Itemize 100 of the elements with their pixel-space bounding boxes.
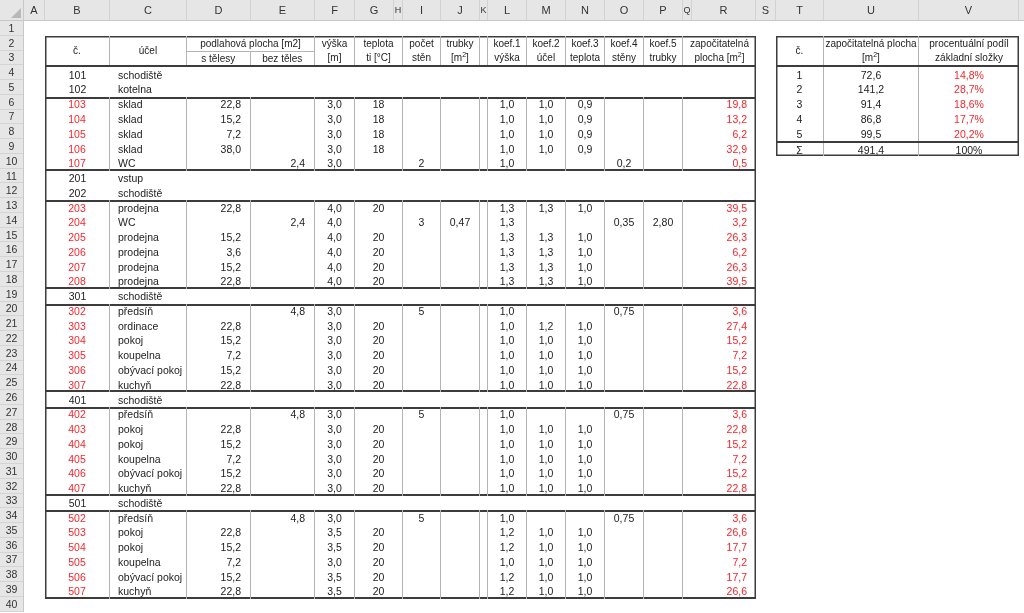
table-cell: 406 (45, 465, 110, 481)
table-cell: sklad (110, 111, 187, 127)
row-header[interactable]: 6 (0, 94, 23, 110)
table-cell: 1,0 (566, 274, 605, 289)
table-cell: 3,0 (315, 510, 355, 526)
row-header[interactable]: 2 (0, 35, 23, 51)
row-header[interactable]: 34 (0, 508, 23, 524)
table-cell: sklad (110, 141, 187, 156)
row-header[interactable]: 3 (0, 50, 23, 66)
table-cell-text: 17,7% (953, 111, 985, 127)
row-header[interactable]: 36 (0, 537, 23, 553)
table-cell: 1,0 (566, 362, 605, 378)
table-cell: 1,2 (488, 539, 527, 555)
row-header[interactable]: 1 (0, 21, 23, 36)
row-header[interactable]: 39 (0, 582, 23, 597)
column-header[interactable]: R (692, 0, 756, 20)
row-header[interactable]: 9 (0, 139, 23, 154)
table-cell: 506 (45, 569, 110, 585)
table-cell: pokoj (110, 333, 187, 348)
table-cell: 141,2 (824, 82, 919, 97)
row-header[interactable]: 38 (0, 567, 23, 583)
column-header[interactable]: K (480, 0, 488, 20)
table-cell-text: 100% (954, 143, 984, 156)
row-header[interactable]: 32 (0, 478, 23, 494)
column-header[interactable]: J (441, 0, 480, 20)
row-header[interactable]: 24 (0, 360, 23, 376)
column-header[interactable]: T (776, 0, 824, 20)
row-header[interactable]: 30 (0, 449, 23, 464)
row-header[interactable]: 10 (0, 153, 23, 169)
row-header[interactable]: 12 (0, 183, 23, 199)
row-header[interactable]: 15 (0, 227, 23, 243)
row-header[interactable]: 37 (0, 552, 23, 568)
table-cell: 3,0 (315, 96, 355, 112)
table-cell: 22,8 (187, 377, 251, 393)
column-header[interactable]: G (355, 0, 394, 20)
table-cell: 15,2 (187, 111, 251, 127)
table-cell: 2 (776, 82, 824, 97)
table-cell-text: 28,7% (953, 82, 985, 97)
row-header[interactable]: 28 (0, 419, 23, 435)
row-header[interactable]: 19 (0, 286, 23, 302)
row-header[interactable]: 23 (0, 345, 23, 361)
row-header[interactable]: 26 (0, 390, 23, 405)
table-cell: 1,0 (527, 554, 566, 570)
table-cell-text: 18,6% (953, 97, 985, 112)
column-header[interactable]: E (251, 0, 315, 20)
row-header[interactable]: 33 (0, 493, 23, 509)
column-header[interactable]: V (919, 0, 1019, 20)
column-heading: výška (493, 51, 521, 66)
table-cell: Σ (776, 143, 824, 156)
column-header[interactable]: P (644, 0, 683, 20)
row-header[interactable]: 17 (0, 257, 23, 272)
row-header[interactable]: 14 (0, 212, 23, 228)
column-header[interactable]: B (45, 0, 110, 20)
column-header[interactable]: S (756, 0, 776, 20)
row-header[interactable]: 27 (0, 404, 23, 420)
column-header[interactable]: C (110, 0, 187, 20)
row-header[interactable]: 20 (0, 301, 23, 317)
table-cell: 15,2 (187, 333, 251, 348)
row-header[interactable]: 21 (0, 316, 23, 332)
table-cell: 5 (403, 510, 441, 526)
table-cell: 3,0 (315, 554, 355, 570)
row-header[interactable]: 8 (0, 124, 23, 140)
table-cell: 207 (45, 259, 110, 274)
column-header[interactable]: A (24, 0, 45, 20)
column-header[interactable]: N (566, 0, 605, 20)
column-header[interactable]: Q (683, 0, 692, 20)
table-cell: 22,8 (187, 318, 251, 334)
table-cell: 205 (45, 229, 110, 245)
select-all-icon[interactable] (11, 8, 21, 18)
row-header[interactable]: 31 (0, 463, 23, 479)
row-header[interactable]: 25 (0, 375, 23, 391)
row-header[interactable]: 35 (0, 523, 23, 538)
row-header[interactable]: 18 (0, 272, 23, 287)
row-header[interactable]: 4 (0, 65, 23, 81)
table-cell: 1,0 (488, 303, 527, 319)
column-header[interactable]: I (403, 0, 441, 20)
column-header[interactable]: D (187, 0, 251, 20)
column-header[interactable]: U (824, 0, 919, 20)
table-cell: 504 (45, 539, 110, 555)
table-cell: 3,0 (315, 347, 355, 363)
row-header[interactable]: 22 (0, 331, 23, 346)
column-header[interactable]: L (488, 0, 527, 20)
table-cell-text: 401 (67, 392, 88, 407)
column-header[interactable]: M (527, 0, 566, 20)
row-header[interactable]: 16 (0, 242, 23, 258)
column-header[interactable]: F (315, 0, 355, 20)
column-header[interactable]: H (394, 0, 403, 20)
table-cell: 3,0 (315, 362, 355, 378)
table-cell: 3,0 (315, 141, 355, 156)
column-heading: koef.1 (492, 36, 522, 51)
table-cell: 3,0 (315, 303, 355, 319)
row-header[interactable]: 11 (0, 168, 23, 184)
row-header[interactable]: 5 (0, 80, 23, 95)
row-header[interactable]: 13 (0, 198, 23, 213)
row-header[interactable]: 40 (0, 596, 23, 612)
row-header[interactable]: 7 (0, 109, 23, 125)
column-header[interactable]: O (605, 0, 644, 20)
table-cell: 20 (355, 347, 403, 363)
table-cell: prodejna (110, 229, 187, 245)
row-header[interactable]: 29 (0, 434, 23, 450)
